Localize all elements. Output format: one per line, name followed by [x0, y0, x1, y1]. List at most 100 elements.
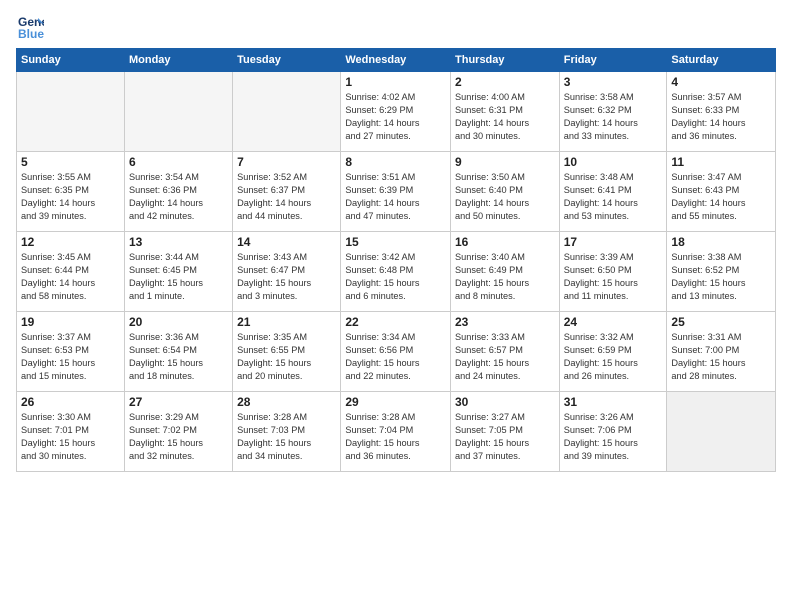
day-info: Sunrise: 3:38 AM Sunset: 6:52 PM Dayligh… [671, 251, 771, 303]
calendar-table: SundayMondayTuesdayWednesdayThursdayFrid… [16, 48, 776, 472]
day-number: 27 [129, 395, 228, 409]
day-number: 28 [237, 395, 336, 409]
day-cell: 18 Sunrise: 3:38 AM Sunset: 6:52 PM Dayli… [667, 232, 776, 312]
day-info: Sunrise: 3:45 AM Sunset: 6:44 PM Dayligh… [21, 251, 120, 303]
day-number: 31 [564, 395, 663, 409]
day-number: 30 [455, 395, 555, 409]
day-cell: 14Sunrise: 3:43 AM Sunset: 6:47 PM Dayli… [233, 232, 341, 312]
day-number: 20 [129, 315, 228, 329]
day-info: Sunrise: 3:57 AM Sunset: 6:33 PM Dayligh… [671, 91, 771, 143]
day-info: Sunrise: 3:35 AM Sunset: 6:55 PM Dayligh… [237, 331, 336, 383]
logo-icon: General Blue [16, 12, 44, 40]
day-cell: 23 Sunrise: 3:33 AM Sunset: 6:57 PM Dayli… [451, 312, 560, 392]
day-cell: 19Sunrise: 3:37 AM Sunset: 6:53 PM Dayli… [17, 312, 125, 392]
day-info: Sunrise: 3:50 AM Sunset: 6:40 PM Dayligh… [455, 171, 555, 223]
day-cell: 22 Sunrise: 3:34 AM Sunset: 6:56 PM Dayli… [341, 312, 451, 392]
day-cell: 3 Sunrise: 3:58 AM Sunset: 6:32 PM Daylig… [559, 72, 667, 152]
day-cell: 1 Sunrise: 4:02 AM Sunset: 6:29 PM Daylig… [341, 72, 451, 152]
day-info: Sunrise: 3:31 AM Sunset: 7:00 PM Dayligh… [671, 331, 771, 383]
day-number: 6 [129, 155, 228, 169]
week-row-5: 26 Sunrise: 3:30 AM Sunset: 7:01 PM Dayli… [17, 392, 776, 472]
col-header-saturday: Saturday [667, 49, 776, 72]
day-number: 11 [671, 155, 771, 169]
col-header-sunday: Sunday [17, 49, 125, 72]
day-number: 17 [564, 235, 663, 249]
day-cell: 25Sunrise: 3:31 AM Sunset: 7:00 PM Dayli… [667, 312, 776, 392]
day-info: Sunrise: 3:29 AM Sunset: 7:02 PM Dayligh… [129, 411, 228, 463]
day-cell [17, 72, 125, 152]
day-info: Sunrise: 3:51 AM Sunset: 6:39 PM Dayligh… [345, 171, 446, 223]
day-cell: 5 Sunrise: 3:55 AM Sunset: 6:35 PM Daylig… [17, 152, 125, 232]
day-info: Sunrise: 3:32 AM Sunset: 6:59 PM Dayligh… [564, 331, 663, 383]
day-info: Sunrise: 3:39 AM Sunset: 6:50 PM Dayligh… [564, 251, 663, 303]
day-number: 21 [237, 315, 336, 329]
header: General Blue [16, 12, 776, 40]
col-header-wednesday: Wednesday [341, 49, 451, 72]
col-header-friday: Friday [559, 49, 667, 72]
day-cell: 30 Sunrise: 3:27 AM Sunset: 7:05 PM Dayli… [451, 392, 560, 472]
day-number: 22 [345, 315, 446, 329]
week-row-3: 12 Sunrise: 3:45 AM Sunset: 6:44 PM Dayli… [17, 232, 776, 312]
day-cell: 16 Sunrise: 3:40 AM Sunset: 6:49 PM Dayli… [451, 232, 560, 312]
day-number: 9 [455, 155, 555, 169]
day-info: Sunrise: 3:26 AM Sunset: 7:06 PM Dayligh… [564, 411, 663, 463]
day-cell: 20Sunrise: 3:36 AM Sunset: 6:54 PM Dayli… [124, 312, 232, 392]
day-info: Sunrise: 3:52 AM Sunset: 6:37 PM Dayligh… [237, 171, 336, 223]
col-header-thursday: Thursday [451, 49, 560, 72]
day-number: 1 [345, 75, 446, 89]
day-cell: 26 Sunrise: 3:30 AM Sunset: 7:01 PM Dayli… [17, 392, 125, 472]
day-info: Sunrise: 3:48 AM Sunset: 6:41 PM Dayligh… [564, 171, 663, 223]
day-cell: 8Sunrise: 3:51 AM Sunset: 6:39 PM Daylig… [341, 152, 451, 232]
day-cell: 13 Sunrise: 3:44 AM Sunset: 6:45 PM Dayli… [124, 232, 232, 312]
day-cell: 10 Sunrise: 3:48 AM Sunset: 6:41 PM Dayli… [559, 152, 667, 232]
day-number: 18 [671, 235, 771, 249]
col-header-tuesday: Tuesday [233, 49, 341, 72]
day-cell: 2Sunrise: 4:00 AM Sunset: 6:31 PM Daylig… [451, 72, 560, 152]
day-info: Sunrise: 3:55 AM Sunset: 6:35 PM Dayligh… [21, 171, 120, 223]
day-info: Sunrise: 3:44 AM Sunset: 6:45 PM Dayligh… [129, 251, 228, 303]
day-number: 15 [345, 235, 446, 249]
day-cell: 15 Sunrise: 3:42 AM Sunset: 6:48 PM Dayli… [341, 232, 451, 312]
day-info: Sunrise: 3:40 AM Sunset: 6:49 PM Dayligh… [455, 251, 555, 303]
day-cell: 12 Sunrise: 3:45 AM Sunset: 6:44 PM Dayli… [17, 232, 125, 312]
day-number: 12 [21, 235, 120, 249]
day-info: Sunrise: 3:54 AM Sunset: 6:36 PM Dayligh… [129, 171, 228, 223]
day-number: 7 [237, 155, 336, 169]
day-info: Sunrise: 3:43 AM Sunset: 6:47 PM Dayligh… [237, 251, 336, 303]
day-info: Sunrise: 3:37 AM Sunset: 6:53 PM Dayligh… [21, 331, 120, 383]
day-cell [667, 392, 776, 472]
day-number: 29 [345, 395, 446, 409]
day-cell [124, 72, 232, 152]
day-number: 16 [455, 235, 555, 249]
day-info: Sunrise: 3:30 AM Sunset: 7:01 PM Dayligh… [21, 411, 120, 463]
day-info: Sunrise: 3:34 AM Sunset: 6:56 PM Dayligh… [345, 331, 446, 383]
day-cell: 4 Sunrise: 3:57 AM Sunset: 6:33 PM Daylig… [667, 72, 776, 152]
header-row: SundayMondayTuesdayWednesdayThursdayFrid… [17, 49, 776, 72]
day-cell: 27 Sunrise: 3:29 AM Sunset: 7:02 PM Dayli… [124, 392, 232, 472]
day-number: 10 [564, 155, 663, 169]
day-cell: 24 Sunrise: 3:32 AM Sunset: 6:59 PM Dayli… [559, 312, 667, 392]
day-cell: 17 Sunrise: 3:39 AM Sunset: 6:50 PM Dayli… [559, 232, 667, 312]
day-cell: 29 Sunrise: 3:28 AM Sunset: 7:04 PM Dayli… [341, 392, 451, 472]
week-row-4: 19Sunrise: 3:37 AM Sunset: 6:53 PM Dayli… [17, 312, 776, 392]
day-info: Sunrise: 3:33 AM Sunset: 6:57 PM Dayligh… [455, 331, 555, 383]
day-number: 23 [455, 315, 555, 329]
day-info: Sunrise: 3:28 AM Sunset: 7:04 PM Dayligh… [345, 411, 446, 463]
day-info: Sunrise: 3:27 AM Sunset: 7:05 PM Dayligh… [455, 411, 555, 463]
day-info: Sunrise: 3:42 AM Sunset: 6:48 PM Dayligh… [345, 251, 446, 303]
week-row-1: 1 Sunrise: 4:02 AM Sunset: 6:29 PM Daylig… [17, 72, 776, 152]
day-number: 26 [21, 395, 120, 409]
day-number: 2 [455, 75, 555, 89]
day-number: 13 [129, 235, 228, 249]
week-row-2: 5 Sunrise: 3:55 AM Sunset: 6:35 PM Daylig… [17, 152, 776, 232]
day-number: 5 [21, 155, 120, 169]
day-info: Sunrise: 3:28 AM Sunset: 7:03 PM Dayligh… [237, 411, 336, 463]
day-number: 4 [671, 75, 771, 89]
day-cell: 7 Sunrise: 3:52 AM Sunset: 6:37 PM Daylig… [233, 152, 341, 232]
day-number: 24 [564, 315, 663, 329]
day-cell [233, 72, 341, 152]
day-info: Sunrise: 4:02 AM Sunset: 6:29 PM Dayligh… [345, 91, 446, 143]
day-number: 3 [564, 75, 663, 89]
day-cell: 11Sunrise: 3:47 AM Sunset: 6:43 PM Dayli… [667, 152, 776, 232]
day-info: Sunrise: 3:58 AM Sunset: 6:32 PM Dayligh… [564, 91, 663, 143]
